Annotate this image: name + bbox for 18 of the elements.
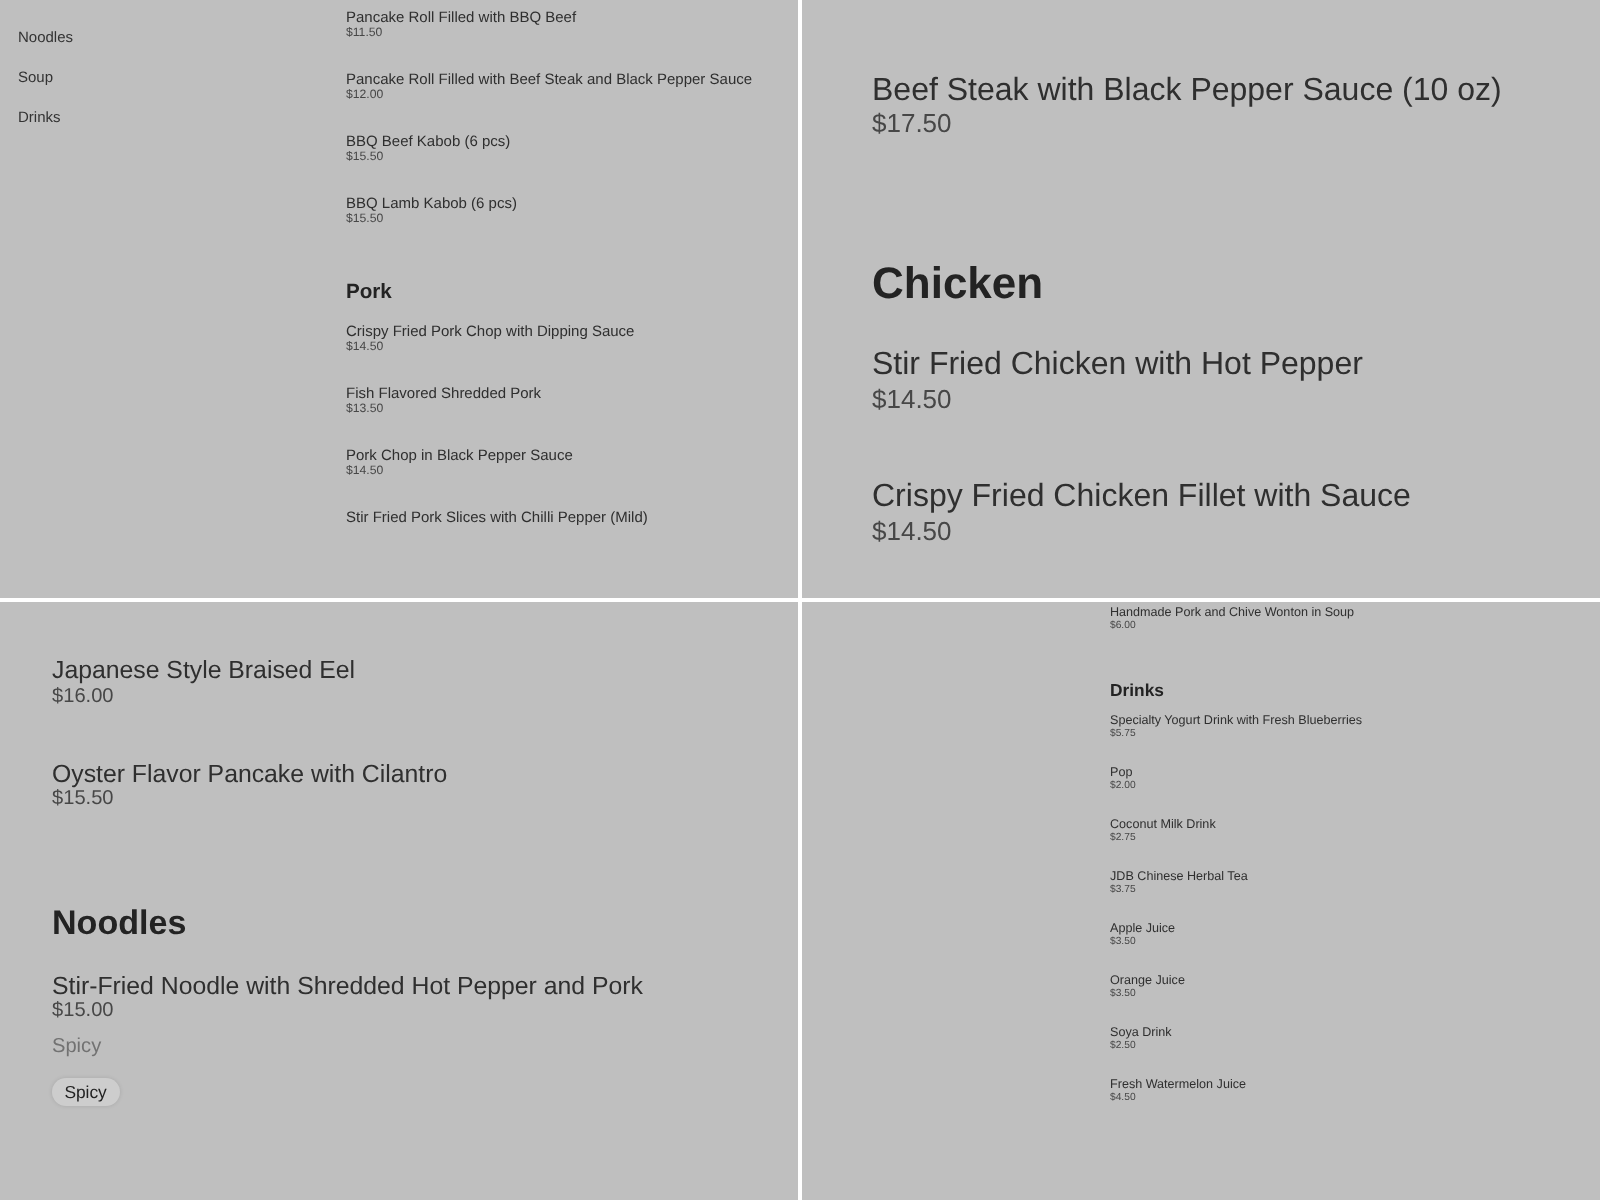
item-description: Spicy	[52, 1038, 102, 1059]
section-heading: Pork	[346, 282, 392, 307]
item-name: Stir-Fried Noodle with Shredded Hot Pepper and Pork	[52, 973, 643, 1001]
section-heading: Noodles	[52, 903, 187, 945]
item-name: Japanese Style Braised Eel	[52, 658, 356, 686]
item-price: $15.00	[52, 1002, 114, 1023]
item-price: $14.50	[872, 385, 952, 412]
item-name: Oyster Flavor Pancake with Cilantro	[52, 761, 448, 789]
item-name: Stir Fried Chicken with Hot Pepper	[872, 348, 1363, 384]
item-price: $16.00	[52, 687, 114, 708]
item-price: $14.50	[872, 517, 952, 544]
section-heading: Chicken	[872, 257, 1044, 311]
item-price: $17.50	[872, 110, 952, 137]
item-name: Beef Steak with Black Pepper Sauce (10 oz)	[872, 74, 1502, 110]
section-heading: Drinks	[1110, 679, 1164, 701]
item-price: $15.50	[52, 789, 114, 810]
item-name: Crispy Fried Chicken Fillet with Sauce	[872, 480, 1411, 516]
item-tag: Spicy	[52, 1078, 120, 1107]
